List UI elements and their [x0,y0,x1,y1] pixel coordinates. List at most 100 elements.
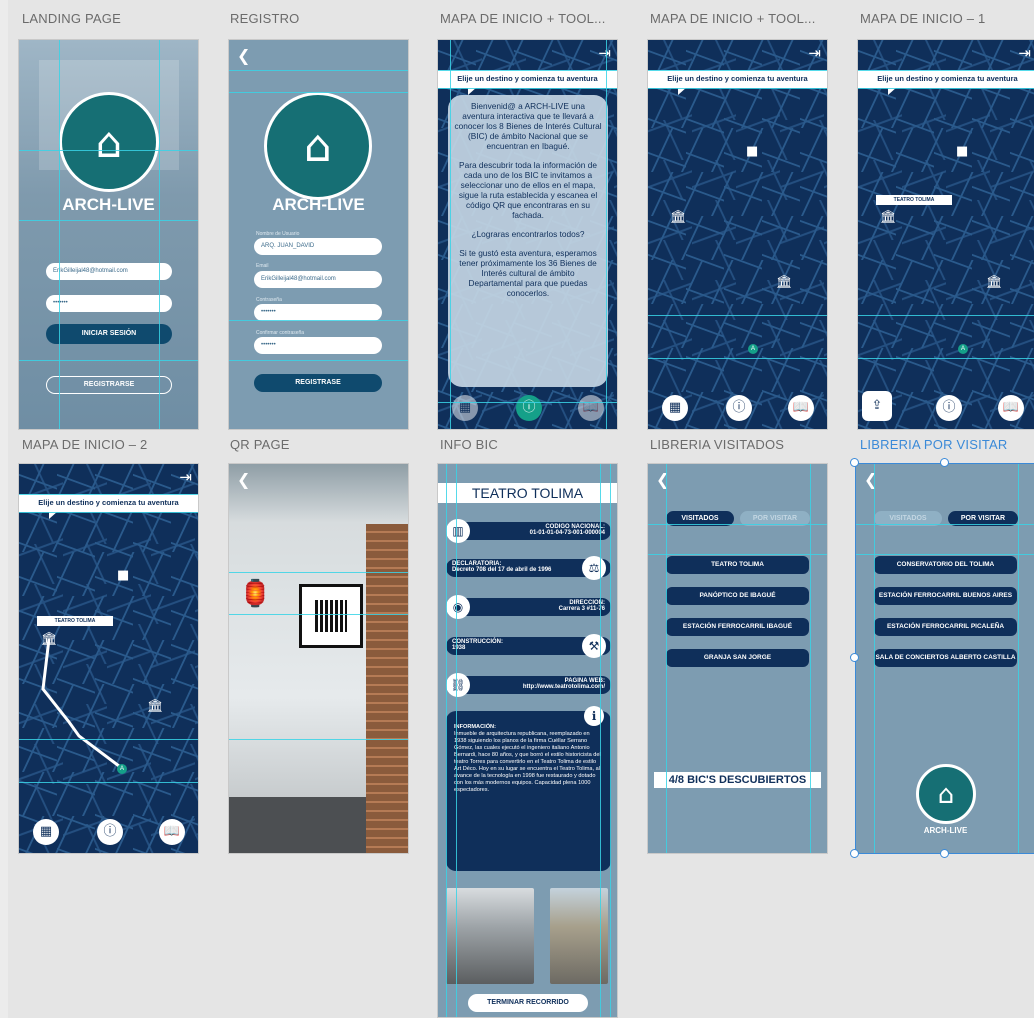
artboard-landing[interactable]: ⌂ ARCH-LIVE ErikGilleijal48@hotmail.com … [18,39,199,430]
login-button[interactable]: INICIAR SESIÓN [46,324,172,344]
username-field[interactable]: ARQ. JUAN_DAVID [254,238,382,255]
map-banner: Elije un destino y comienza tu aventura [438,70,617,95]
web-row[interactable]: PAGINA WEB: http://www.teatrotolima.com/ [446,676,611,694]
artboard-label-mapa-1[interactable]: MAPA DE INICIO – 1 [860,11,985,26]
teatro-tolima-tag: TEATRO TOLIMA [876,195,952,205]
email-field[interactable]: ErikGilleijal48@hotmail.com [46,263,172,280]
library-item-button[interactable]: TEATRO TOLIMA [666,556,809,574]
password-field[interactable]: ••••••• [254,304,382,321]
informacion-label: INFORMACIÓN: [454,724,496,730]
bic-building-icon[interactable]: 🏛 [986,275,1003,290]
direccion-row: DIRECCION: Carrera 3 #11-76 [446,598,611,616]
register-button[interactable]: REGISTRARSE [46,376,172,394]
bic-marker-icon[interactable]: ■ [746,144,758,159]
location-pin-icon[interactable]: A [748,344,758,354]
selection-handle[interactable] [940,849,949,858]
info-icon[interactable]: ⓘ [516,395,542,421]
bic-counter: 4/8 BIC'S DESCUBIERTOS [654,772,821,788]
artboard-mapa-1[interactable]: ⇥ Elije un destino y comienza tu aventur… [857,39,1034,430]
library-item-button[interactable]: GRANJA SAN JORGE [666,649,809,667]
brand-title: ARCH-LIVE [62,195,155,214]
book-icon[interactable]: 📖 [998,395,1024,421]
location-pin-icon[interactable]: A [958,344,968,354]
share-icon[interactable]: ⇪ [862,391,892,421]
library-item-button[interactable]: PANÓPTICO DE IBAGUÉ [666,587,809,605]
back-arrow-icon[interactable]: ❮ [864,470,877,489]
info-icon[interactable]: ⓘ [936,395,962,421]
artboard-mapa-tool-1[interactable]: ⇥ Elije un destino y comienza tu aventur… [437,39,618,430]
info-i-icon: ℹ [584,706,604,726]
arch-live-logo-icon: ⌂ [59,92,159,192]
confirm-label: Confirmar contraseña [256,330,305,336]
welcome-paragraph-1: Bienvenid@ a ARCH-LIVE una aventura inte… [454,101,602,151]
library-item-button[interactable]: SALA DE CONCIERTOS ALBERTO CASTILLA [874,649,1017,667]
back-arrow-icon[interactable]: ❮ [237,470,250,489]
back-arrow-icon[interactable]: ❮ [237,46,250,65]
book-icon[interactable]: 📖 [578,395,604,421]
welcome-paragraph-3: ¿Lograras encontrarlos todos? [471,229,585,239]
email-label: Email [256,263,269,269]
exit-icon[interactable]: ⇥ [1018,44,1031,62]
construccion-value: 1938 [452,645,466,651]
artboard-registro[interactable]: ❮ ⌂ ARCH-LIVE Nombre de Usuario ARQ. JUA… [228,39,409,430]
artboard-label-mapa-tool-2[interactable]: MAPA DE INICIO + TOOL... [650,11,816,26]
back-arrow-icon[interactable]: ❮ [656,470,669,489]
artboard-label-landing[interactable]: LANDING PAGE [22,11,121,26]
confirm-password-field[interactable]: ••••••• [254,337,382,354]
artboard-label-qr[interactable]: QR PAGE [230,437,290,452]
book-icon[interactable]: 📖 [788,395,814,421]
codigo-row: CODIGO NACIONAL: 01-01-01-04-73-001-0000… [446,522,611,540]
artboard-mapa-2[interactable]: ⇥ Elije un destino y comienza tu aventur… [18,463,199,854]
artboard-label-info[interactable]: INFO BIC [440,437,498,452]
declaratoria-value: Decreto 708 del 17 de abril de 1996 [452,567,552,573]
bic-building-icon[interactable]: 🏛 [41,632,58,647]
gavel-icon: ⚖ [582,556,606,580]
qr-scan-frame[interactable] [299,584,363,648]
location-pin-icon[interactable]: A [117,764,127,774]
welcome-paragraph-2: Para descubrir toda la información de ca… [458,160,598,220]
info-icon[interactable]: ⓘ [97,819,123,845]
selection-handle[interactable] [940,458,949,467]
exit-icon[interactable]: ⇥ [808,44,821,62]
qr-icon[interactable]: ▦ [662,395,688,421]
web-link[interactable]: http://www.teatrotolima.com/ [523,684,605,690]
artboard-label-lib-por-visitar[interactable]: LIBRERIA POR VISITAR [860,437,1008,452]
artboard-mapa-tool-2[interactable]: ⇥ Elije un destino y comienza tu aventur… [647,39,828,430]
artboard-info[interactable]: TEATRO TOLIMA CODIGO NACIONAL: 01-01-01-… [437,463,618,1018]
info-icon[interactable]: ⓘ [726,395,752,421]
submit-register-button[interactable]: REGISTRASE [254,374,382,392]
teatro-photo-1 [446,888,534,984]
artboard-label-mapa-tool-1[interactable]: MAPA DE INICIO + TOOL... [440,11,606,26]
bic-building-icon[interactable]: 🏛 [880,210,897,225]
informacion-text: Inmueble de arquitectura republicana, re… [454,731,601,793]
artboard-lib-por-visitar[interactable]: ❮ VISITADOS POR VISITAR CONSERVATORIO DE… [855,463,1034,854]
direccion-value: Carrera 3 #11-76 [558,606,605,612]
brand-title: ARCH-LIVE [272,195,365,214]
wall-lamp-icon: 🏮 [239,579,272,609]
artboard-label-registro[interactable]: REGISTRO [230,11,300,26]
book-icon[interactable]: 📖 [159,819,185,845]
selection-handle[interactable] [850,458,859,467]
password-field[interactable]: ••••••• [46,295,172,312]
artboard-label-mapa-2[interactable]: MAPA DE INICIO – 2 [22,437,147,452]
artboard-qr[interactable]: 🏮 ❮ [228,463,409,854]
qr-icon[interactable]: ▦ [452,395,478,421]
library-item-button[interactable]: ESTACIÓN FERROCARRIL BUENOS AIRES [874,587,1017,605]
artboard-label-lib-visitados[interactable]: LIBRERIA VISITADOS [650,437,784,452]
bic-marker-icon[interactable]: ■ [956,144,968,159]
end-tour-button[interactable]: TERMINAR RECORRIDO [468,994,588,1012]
bic-building-icon[interactable]: 🏛 [776,275,793,290]
library-item-button[interactable]: ESTACIÓN FERROCARRIL IBAGUÉ [666,618,809,636]
qr-code-icon [315,600,347,632]
bic-building-icon[interactable]: 🏛 [147,699,164,714]
library-item-button[interactable]: CONSERVATORIO DEL TOLIMA [874,556,1017,574]
bic-building-icon[interactable]: 🏛 [670,210,687,225]
artboard-lib-visitados[interactable]: ❮ VISITADOS POR VISITAR TEATRO TOLIMA PAN… [647,463,828,854]
library-item-button[interactable]: ESTACIÓN FERROCARRIL PICALEÑA [874,618,1017,636]
exit-icon[interactable]: ⇥ [598,44,611,62]
selection-handle[interactable] [850,653,859,662]
email-field[interactable]: ErikGilleijal48@hotmail.com [254,271,382,288]
map-banner: Elije un destino y comienza tu aventura [858,70,1034,95]
selection-handle[interactable] [850,849,859,858]
qr-icon[interactable]: ▦ [33,819,59,845]
